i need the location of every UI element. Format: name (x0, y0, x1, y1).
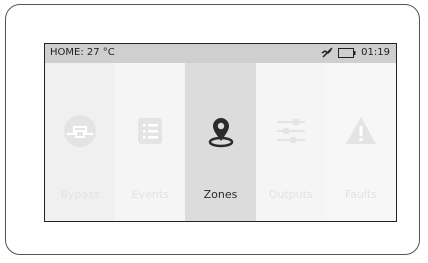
touch-screen: HOME: 27 °C 01:19 Bypass Events Zones Ou… (44, 43, 397, 222)
main-menu: Bypass Events Zones Outputs Faults (45, 63, 396, 221)
menu-tile-zones[interactable]: Zones (185, 63, 256, 221)
menu-tile-faults[interactable]: Faults (325, 63, 396, 221)
menu-tile-label: Bypass (60, 188, 100, 201)
menu-tile-outputs[interactable]: Outputs (255, 63, 326, 221)
location-temperature: HOME: 27 °C (50, 47, 115, 58)
battery-icon (338, 47, 356, 58)
warning-triangle-icon (345, 117, 376, 144)
events-list-icon (138, 118, 163, 144)
menu-tile-bypass[interactable]: Bypass (45, 63, 116, 221)
menu-tile-label: Zones (203, 188, 238, 201)
menu-tile-events[interactable]: Events (115, 63, 186, 221)
menu-tile-label: Outputs (268, 188, 313, 201)
menu-tile-label: Faults (344, 188, 377, 201)
location-pin-icon (208, 118, 233, 148)
device-frame: HOME: 27 °C 01:19 Bypass Events Zones Ou… (5, 4, 420, 255)
bypass-icon (64, 115, 97, 147)
clock: 01:19 (361, 47, 390, 58)
no-signal-icon (321, 47, 333, 58)
status-bar: HOME: 27 °C 01:19 (45, 44, 396, 63)
status-indicators: 01:19 (321, 47, 390, 58)
menu-tile-label: Events (131, 188, 169, 201)
sliders-icon (276, 119, 305, 143)
